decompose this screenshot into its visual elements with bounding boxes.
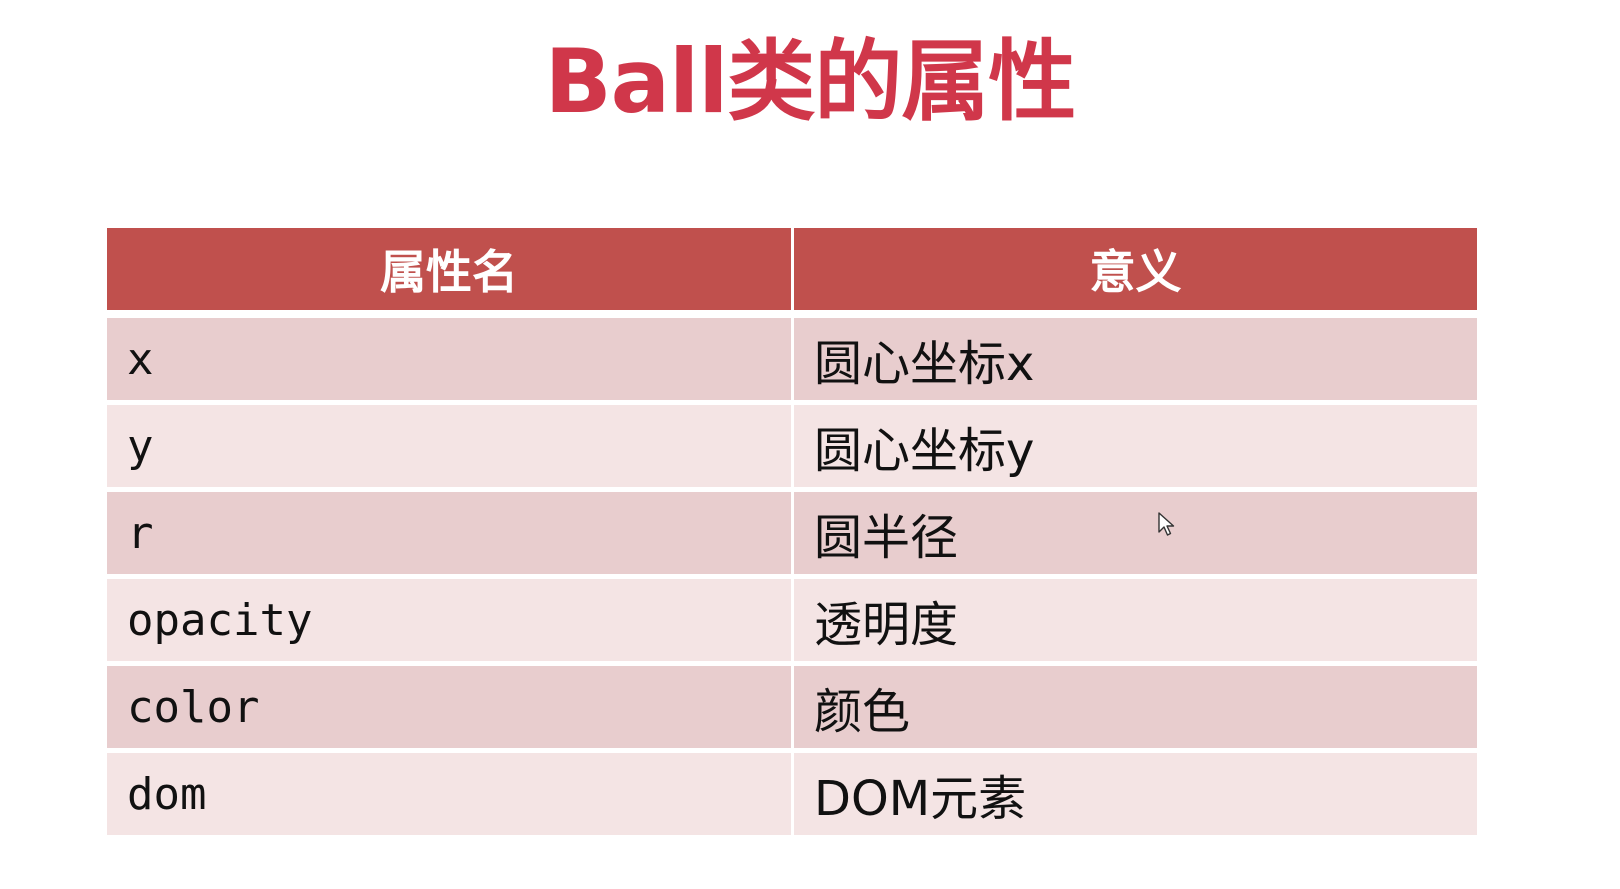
property-name-cell: opacity [107,579,791,661]
property-name-cell: r [107,492,791,574]
table-header-row: 属性名 意义 [107,228,1477,310]
properties-table: 属性名 意义 x 圆心坐标x y 圆心坐标y r 圆半径 opacity 透明度… [107,228,1477,840]
table-row: dom DOM元素 [107,753,1477,835]
header-meaning: 意义 [794,228,1477,310]
slide-title: Ball类的属性 [544,30,1077,133]
property-meaning-cell: DOM元素 [794,753,1477,835]
header-property-name: 属性名 [107,228,791,310]
property-meaning-cell: 圆心坐标x [794,318,1477,400]
table-row: opacity 透明度 [107,579,1477,661]
property-name-cell: x [107,318,791,400]
property-meaning-cell: 圆心坐标y [794,405,1477,487]
table-row: y 圆心坐标y [107,405,1477,487]
property-meaning-cell: 颜色 [794,666,1477,748]
property-name-cell: y [107,405,791,487]
table-row: x 圆心坐标x [107,318,1477,400]
property-meaning-cell: 圆半径 [794,492,1477,574]
property-name-cell: color [107,666,791,748]
property-meaning-cell: 透明度 [794,579,1477,661]
slide: Ball类的属性 属性名 意义 x 圆心坐标x y 圆心坐标y r 圆半径 op… [0,0,1620,889]
table-row: r 圆半径 [107,492,1477,574]
mouse-pointer-icon [1158,512,1175,536]
table-row: color 颜色 [107,666,1477,748]
property-name-cell: dom [107,753,791,835]
